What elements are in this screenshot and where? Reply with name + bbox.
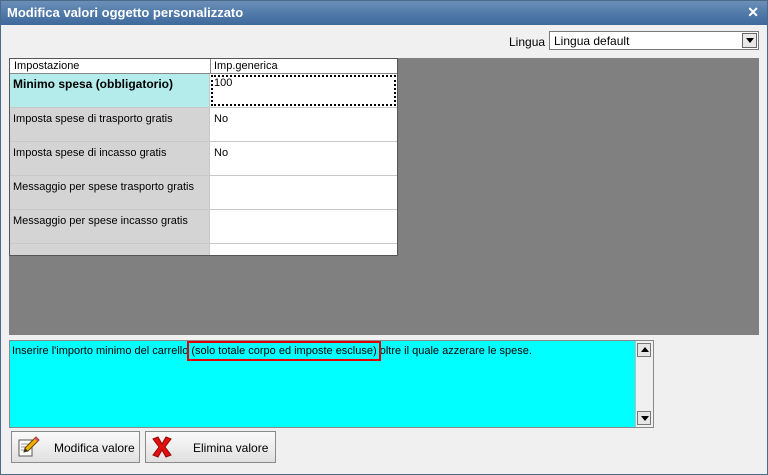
value-cell[interactable] xyxy=(210,210,397,243)
chevron-down-icon xyxy=(641,416,649,421)
chevron-up-icon xyxy=(641,347,649,352)
delete-value-button[interactable]: Elimina valore xyxy=(145,431,276,463)
description-text: Inserire l'importo minimo del carrello (… xyxy=(12,341,532,361)
description-text-end: oltre il quale azzerare le spese. xyxy=(376,345,532,357)
edit-value-button[interactable]: Modifica valore xyxy=(11,431,140,463)
table-row[interactable]: Imposta spese di incasso gratis No xyxy=(10,142,397,176)
setting-value: No xyxy=(214,147,229,159)
setting-cell[interactable]: Imposta spese di trasporto gratis xyxy=(10,108,210,141)
description-box[interactable]: Inserire l'importo minimo del carrello (… xyxy=(9,340,654,428)
table-row[interactable]: Imposta spese di trasporto gratis No xyxy=(10,108,397,142)
value-cell[interactable] xyxy=(210,244,397,255)
column-divider[interactable] xyxy=(210,59,211,73)
language-label: Lingua : xyxy=(509,35,552,49)
edit-pencil-icon xyxy=(18,436,40,457)
table-row[interactable] xyxy=(10,244,397,255)
setting-cell[interactable]: Messaggio per spese trasporto gratis xyxy=(10,176,210,209)
value-cell[interactable]: No xyxy=(210,142,397,175)
table-row[interactable]: Messaggio per spese incasso gratis xyxy=(10,210,397,244)
setting-cell[interactable]: Imposta spese di incasso gratis xyxy=(10,142,210,175)
dropdown-button[interactable] xyxy=(742,33,757,48)
setting-name: Messaggio per spese incasso gratis xyxy=(13,215,188,227)
setting-cell[interactable]: Messaggio per spese incasso gratis xyxy=(10,210,210,243)
edit-value-label: Modifica valore xyxy=(54,441,135,455)
setting-value: 100 xyxy=(214,77,233,89)
close-icon[interactable]: ✕ xyxy=(747,4,759,21)
vertical-scrollbar[interactable] xyxy=(635,341,653,427)
title-bar: Modifica valori oggetto personalizzato ✕ xyxy=(1,1,767,25)
setting-name: Messaggio per spese trasporto gratis xyxy=(13,181,194,193)
dialog-window: Modifica valori oggetto personalizzato ✕… xyxy=(0,0,768,475)
window-title: Modifica valori oggetto personalizzato xyxy=(7,5,244,20)
setting-cell[interactable]: Minimo spesa (obbligatorio) xyxy=(10,74,210,107)
setting-name: Imposta spese di trasporto gratis xyxy=(13,113,173,125)
scroll-up-button[interactable] xyxy=(637,343,651,357)
setting-name: Minimo spesa (obbligatorio) xyxy=(13,77,174,91)
table-row[interactable]: Minimo spesa (obbligatorio) 100 xyxy=(10,74,397,108)
value-cell[interactable]: No xyxy=(210,108,397,141)
language-select[interactable]: Lingua default xyxy=(549,31,759,50)
setting-name: Imposta spese di incasso gratis xyxy=(13,147,167,159)
settings-grid: Impostazione Imp.generica Minimo spesa (… xyxy=(9,58,398,256)
column-header-value[interactable]: Imp.generica xyxy=(214,60,278,72)
column-header-setting[interactable]: Impostazione xyxy=(14,60,79,72)
description-text-start: Inserire l'importo minimo del carrello xyxy=(12,345,192,357)
chevron-down-icon xyxy=(746,38,754,43)
setting-value: No xyxy=(214,113,229,125)
red-x-icon xyxy=(152,436,172,458)
value-cell[interactable] xyxy=(210,176,397,209)
description-highlight: (solo totale corpo ed imposte escluse) xyxy=(187,341,381,361)
language-select-value: Lingua default xyxy=(554,34,630,48)
table-row[interactable]: Messaggio per spese trasporto gratis xyxy=(10,176,397,210)
delete-value-label: Elimina valore xyxy=(193,441,269,455)
setting-cell[interactable] xyxy=(10,244,210,255)
value-cell[interactable]: 100 xyxy=(210,74,397,107)
scroll-down-button[interactable] xyxy=(637,411,651,425)
grid-header: Impostazione Imp.generica xyxy=(10,59,397,74)
